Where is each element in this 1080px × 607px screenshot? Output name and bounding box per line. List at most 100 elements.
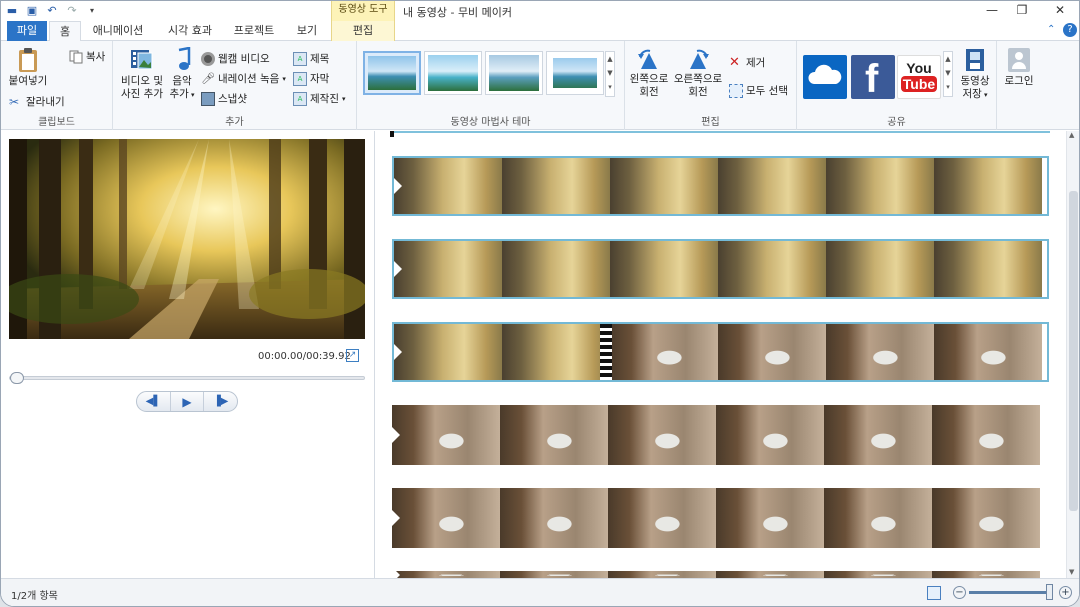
clip-thumbnail xyxy=(392,488,500,548)
tab-edit[interactable]: 편집 xyxy=(331,21,395,41)
add-videos-photos-button[interactable]: 비디오 및 사진 추가 xyxy=(117,47,167,101)
caption-label: 자막 xyxy=(310,73,330,85)
save-movie-label-1: 동영상 xyxy=(960,75,990,87)
music-dropdown-icon: ▾ xyxy=(188,91,195,99)
zoom-slider-thumb[interactable] xyxy=(1046,584,1053,600)
onedrive-share-button[interactable] xyxy=(803,55,847,99)
fullscreen-preview-button[interactable]: ↗ xyxy=(346,349,359,362)
tab-visual-effects[interactable]: 시각 효과 xyxy=(159,21,221,41)
copy-label: 복사 xyxy=(86,51,106,63)
clip-thumbnail xyxy=(500,488,608,548)
clip-strip[interactable] xyxy=(392,156,1049,216)
webcam-label: 웹캠 비디오 xyxy=(218,53,270,65)
storyboard-scrollbar[interactable]: ▲ ▼ xyxy=(1066,131,1079,578)
youtube-share-button[interactable]: You Tube xyxy=(897,55,941,99)
clip-strip[interactable] xyxy=(392,322,1049,382)
scrollbar-thumb[interactable] xyxy=(1069,191,1078,511)
gallery-more-icon: ▾ xyxy=(946,83,950,91)
cut-button[interactable]: ✂ 잘라내기 xyxy=(9,94,65,109)
facebook-share-button[interactable]: f xyxy=(851,55,895,101)
close-button[interactable]: ✕ xyxy=(1045,3,1075,19)
theme-preview-image xyxy=(368,56,416,90)
webcam-video-button[interactable]: 웹캠 비디오 xyxy=(201,51,270,66)
music-note-icon xyxy=(178,47,191,70)
next-frame-icon: ▐▶ xyxy=(212,396,229,407)
thumbnail-size-icon[interactable] xyxy=(927,586,941,600)
snapshot-button[interactable]: 스냅샷 xyxy=(201,91,247,106)
previous-frame-button[interactable]: ◀▌ xyxy=(137,392,170,411)
play-button[interactable]: ▶ xyxy=(169,392,205,411)
share-gallery-scroll[interactable]: ▲ ▼ ▾ xyxy=(943,51,953,97)
clip-strip[interactable] xyxy=(392,488,1049,548)
clip-strip[interactable] xyxy=(392,571,1049,578)
record-narration-button[interactable]: 🎤︎ 내레이션 녹음 ▾ xyxy=(201,71,286,86)
seek-bar[interactable] xyxy=(9,372,365,384)
clip-start-arrow-icon xyxy=(394,261,402,277)
edit-group: 왼쪽으로 회전 오른쪽으로 회전 ✕ 제거 모두 선택 편집 xyxy=(625,41,797,130)
paste-button[interactable]: 붙여넣기 xyxy=(5,47,51,88)
theme-gallery-scroll[interactable]: ▲ ▼ ▾ xyxy=(605,51,615,97)
zoom-out-button[interactable]: − xyxy=(953,586,966,599)
customize-dropdown-icon[interactable]: ▾ xyxy=(85,3,99,17)
menu-icon[interactable]: ▬ xyxy=(5,3,19,17)
clip-thumbnail xyxy=(392,405,500,465)
edit-group-label: 편집 xyxy=(701,117,720,128)
window-title: 내 동영상 - 무비 메이커 xyxy=(403,6,513,19)
transition-marker[interactable] xyxy=(600,324,612,380)
tab-home[interactable]: 홈 xyxy=(49,21,81,42)
tab-file[interactable]: 파일 xyxy=(7,21,47,41)
next-frame-button[interactable]: ▐▶ xyxy=(204,392,237,411)
copy-button[interactable]: 복사 xyxy=(69,49,105,64)
collapse-ribbon-icon[interactable]: ⌃ xyxy=(1047,24,1055,35)
redo-icon[interactable]: ↷ xyxy=(65,3,79,17)
help-icon[interactable]: ? xyxy=(1063,23,1077,37)
snapshot-icon xyxy=(201,91,215,106)
seek-thumb[interactable] xyxy=(10,372,24,384)
scroll-up-icon[interactable]: ▲ xyxy=(1069,131,1074,139)
video-preview[interactable] xyxy=(9,139,365,339)
credits-dropdown-icon: ▾ xyxy=(341,94,346,103)
clip-strip[interactable] xyxy=(392,405,1049,465)
rotate-left-button[interactable]: 왼쪽으로 회전 xyxy=(627,49,671,99)
credits-button[interactable]: A 제작진 ▾ xyxy=(293,91,346,106)
tab-project[interactable]: 프로젝트 xyxy=(227,21,281,41)
title-icon: A xyxy=(293,51,307,66)
add-music-button[interactable]: 음악 추가 ▾ xyxy=(165,47,199,102)
theme-preview-image xyxy=(489,55,539,91)
remove-button[interactable]: ✕ 제거 xyxy=(729,55,765,70)
save-icon[interactable]: ▣ xyxy=(25,3,39,17)
clip-thumbnail xyxy=(392,571,500,578)
scroll-down-icon[interactable]: ▼ xyxy=(1069,568,1074,576)
paste-icon xyxy=(19,48,37,72)
clip-thumbnail xyxy=(716,488,824,548)
select-all-button[interactable]: 모두 선택 xyxy=(729,83,788,98)
theme-thumbnail-4[interactable] xyxy=(546,51,604,95)
theme-thumbnail-2[interactable] xyxy=(424,51,482,95)
theme-thumbnail-1[interactable] xyxy=(363,51,421,95)
minimize-button[interactable]: — xyxy=(977,3,1007,19)
clip-thumbnail xyxy=(610,158,718,214)
zoom-slider-track[interactable] xyxy=(969,591,1049,594)
scroll-up-icon: ▲ xyxy=(945,55,951,63)
rotate-right-label-1: 오른쪽으로 xyxy=(673,73,723,85)
microphone-icon: 🎤︎ xyxy=(201,71,215,85)
signin-button[interactable]: 로그인 xyxy=(999,47,1039,88)
caption-button[interactable]: A 자막 xyxy=(293,71,329,86)
save-movie-button[interactable]: 동영상 저장 ▾ xyxy=(955,47,995,102)
clip-thumbnail xyxy=(610,324,718,380)
theme-thumbnail-3[interactable] xyxy=(485,51,543,95)
rotate-right-button[interactable]: 오른쪽으로 회전 xyxy=(673,49,723,99)
share-group-label: 공유 xyxy=(887,117,906,128)
tab-view[interactable]: 보기 xyxy=(287,21,327,41)
tab-animations[interactable]: 애니메이션 xyxy=(85,21,151,41)
scroll-down-icon: ▼ xyxy=(607,69,613,77)
maximize-button[interactable]: ❐ xyxy=(1007,3,1037,19)
playhead-marker[interactable] xyxy=(390,131,394,137)
clip-strip[interactable] xyxy=(392,239,1049,299)
play-icon: ▶ xyxy=(182,394,192,409)
title-button[interactable]: A 제목 xyxy=(293,51,329,66)
ribbon: 붙여넣기 복사 ✂ 잘라내기 클립보드 비디오 및 사진 추가 음악 추가 ▾ xyxy=(1,41,1079,130)
save-movie-icon xyxy=(966,49,984,71)
undo-icon[interactable]: ↶ xyxy=(45,3,59,17)
zoom-in-button[interactable]: + xyxy=(1059,586,1072,599)
